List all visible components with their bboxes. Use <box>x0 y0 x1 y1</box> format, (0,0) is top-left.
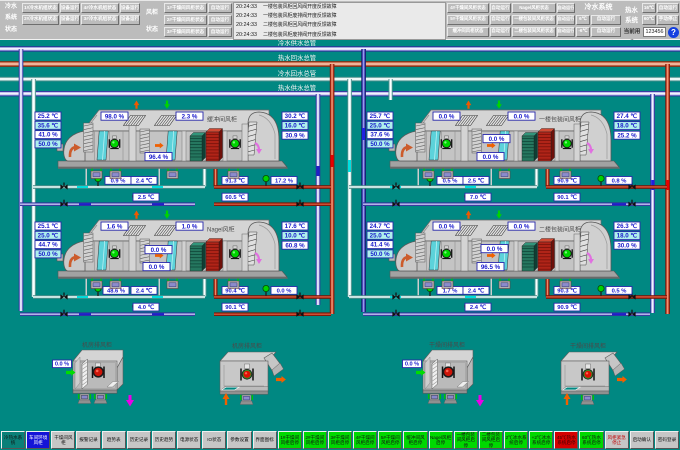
svg-text:0.0 %: 0.0 % <box>439 113 455 120</box>
svg-text:50.0 %: 50.0 % <box>370 251 390 258</box>
svg-text:60.8 %: 60.8 % <box>285 242 305 249</box>
svg-text:0.0 %: 0.0 % <box>405 362 419 368</box>
svg-text:冷水回水总管: 冷水回水总管 <box>278 69 316 78</box>
svg-text:90.1 ℃: 90.1 ℃ <box>557 194 577 201</box>
svg-text:0.9 %: 0.9 % <box>111 178 126 184</box>
svg-text:48.6 %: 48.6 % <box>107 288 125 294</box>
svg-text:50.0 %: 50.0 % <box>370 141 390 148</box>
svg-text:60.5 ℃: 60.5 ℃ <box>225 194 245 201</box>
svg-text:25.0 ℃: 25.0 ℃ <box>370 122 391 129</box>
svg-text:一楼包装间风柜: 一楼包装间风柜 <box>539 116 581 124</box>
svg-text:44.7 %: 44.7 % <box>38 242 58 249</box>
svg-text:1.0 %: 1.0 % <box>182 223 198 230</box>
svg-text:0.0 %: 0.0 % <box>487 246 503 253</box>
svg-text:0.0 %: 0.0 % <box>439 223 455 230</box>
svg-text:0.0 %: 0.0 % <box>149 264 165 271</box>
svg-text:25.0 ℃: 25.0 ℃ <box>38 232 59 239</box>
svg-text:2.3 %: 2.3 % <box>182 113 198 120</box>
svg-text:0.0 %: 0.0 % <box>55 362 69 368</box>
svg-text:17.6 ℃: 17.6 ℃ <box>285 223 306 230</box>
svg-text:30.0 %: 30.0 % <box>617 242 637 249</box>
svg-text:缓冲间风柜: 缓冲间风柜 <box>207 116 237 124</box>
svg-text:干燥间排风柜: 干燥间排风柜 <box>570 342 606 350</box>
svg-text:25.1 ℃: 25.1 ℃ <box>38 223 59 230</box>
svg-text:2.4 ℃: 2.4 ℃ <box>136 287 153 294</box>
svg-text:冷水供水总管: 冷水供水总管 <box>278 40 316 47</box>
svg-text:热水回水总管: 热水回水总管 <box>278 53 316 62</box>
svg-text:4.0 ℃: 4.0 ℃ <box>138 304 155 311</box>
svg-text:7.0 ℃: 7.0 ℃ <box>470 194 487 201</box>
svg-text:机房排风柜: 机房排风柜 <box>232 342 262 350</box>
svg-text:0.0 %: 0.0 % <box>514 113 530 120</box>
svg-text:1.7 %: 1.7 % <box>443 288 458 294</box>
svg-text:26.3 ℃: 26.3 ℃ <box>617 223 638 230</box>
svg-text:30.9 %: 30.9 % <box>285 132 305 139</box>
svg-text:50.0 %: 50.0 % <box>38 251 58 258</box>
svg-text:2.4 ℃: 2.4 ℃ <box>136 177 153 184</box>
svg-text:机房排风柜: 机房排风柜 <box>82 341 112 349</box>
svg-text:0.0 %: 0.0 % <box>514 223 530 230</box>
svg-text:35.6 ℃: 35.6 ℃ <box>38 122 59 129</box>
svg-text:96.5 %: 96.5 % <box>481 264 501 271</box>
svg-text:Nagel风柜: Nagel风柜 <box>207 226 235 234</box>
svg-text:25.0 ℃: 25.0 ℃ <box>370 232 391 239</box>
svg-text:2.4 ℃: 2.4 ℃ <box>470 304 487 311</box>
svg-text:37.6 %: 37.6 % <box>370 132 390 139</box>
svg-text:17.2 %: 17.2 % <box>275 178 293 184</box>
svg-text:98.0 %: 98.0 % <box>105 113 125 120</box>
svg-text:27.4 ℃: 27.4 ℃ <box>617 113 638 120</box>
svg-text:25.7 ℃: 25.7 ℃ <box>370 113 391 120</box>
svg-text:0.0 %: 0.0 % <box>151 247 167 254</box>
svg-text:90.1 ℃: 90.1 ℃ <box>225 304 245 311</box>
svg-text:0.0 %: 0.0 % <box>277 288 292 294</box>
svg-text:干燥间排风柜: 干燥间排风柜 <box>429 341 465 349</box>
svg-text:25.2 ℃: 25.2 ℃ <box>38 113 59 120</box>
svg-text:2.5 ℃: 2.5 ℃ <box>468 177 485 184</box>
svg-text:50.0 %: 50.0 % <box>38 141 58 148</box>
svg-text:25.2 %: 25.2 % <box>617 132 637 139</box>
svg-text:90.9 ℃: 90.9 ℃ <box>557 304 577 311</box>
svg-text:16.0 ℃: 16.0 ℃ <box>285 123 306 130</box>
svg-text:0.0 %: 0.0 % <box>483 154 499 161</box>
svg-text:30.2 ℃: 30.2 ℃ <box>285 113 306 120</box>
svg-text:0.0 %: 0.0 % <box>489 136 505 143</box>
svg-text:二楼包装间风柜: 二楼包装间风柜 <box>539 226 581 234</box>
svg-text:0.5 %: 0.5 % <box>443 178 458 184</box>
svg-text:0.5 %: 0.5 % <box>612 288 627 294</box>
svg-text:热水供水总管: 热水供水总管 <box>278 83 316 92</box>
svg-text:24.7 ℃: 24.7 ℃ <box>370 223 391 230</box>
svg-text:0.8 %: 0.8 % <box>612 178 627 184</box>
svg-text:41.0 %: 41.0 % <box>38 132 58 139</box>
svg-text:18.0 ℃: 18.0 ℃ <box>617 123 638 130</box>
svg-text:96.4 %: 96.4 % <box>149 154 169 161</box>
svg-text:1.6 %: 1.6 % <box>107 223 123 230</box>
svg-text:10.0 ℃: 10.0 ℃ <box>285 233 306 240</box>
svg-text:18.0 ℃: 18.0 ℃ <box>617 233 638 240</box>
svg-text:41.4 %: 41.4 % <box>370 242 390 249</box>
svg-text:2.4 ℃: 2.4 ℃ <box>468 287 485 294</box>
svg-text:2.5 ℃: 2.5 ℃ <box>138 194 155 201</box>
